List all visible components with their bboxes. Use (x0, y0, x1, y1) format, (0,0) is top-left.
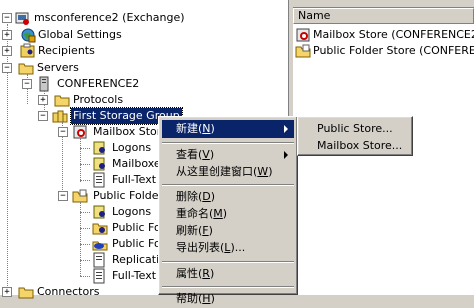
mailbox-store-icon (296, 28, 310, 42)
column-header-name[interactable]: Name (293, 8, 474, 24)
tree-line (80, 276, 90, 277)
menu-item-new[interactable]: 新建(N) (162, 120, 294, 138)
tree-line (80, 212, 90, 213)
tree-line (80, 260, 90, 261)
public-folder-store-icon (295, 44, 311, 58)
expand-icon[interactable]: + (2, 287, 12, 297)
tree-line (80, 202, 81, 276)
list-item-label: Public Folder Store (CONFERE... (313, 44, 474, 57)
menu-accel: V (202, 148, 210, 161)
menu-accel: N (202, 122, 211, 135)
tree-label: Servers (37, 61, 79, 74)
list-item-label: Mailbox Store (CONFERENCE2) (313, 28, 474, 41)
full-text-index-icon (93, 268, 105, 284)
submenu-arrow-icon (284, 151, 288, 159)
exchange-org-icon (15, 12, 29, 25)
menu-label: 重命名 (176, 207, 209, 220)
folder-icon (18, 287, 34, 299)
menu-item-export-list[interactable]: 导出列表(L)... (162, 239, 294, 257)
tree-label: Full-Text (112, 269, 157, 282)
collapse-icon[interactable]: − (2, 63, 12, 73)
expand-icon[interactable]: + (2, 30, 12, 40)
menu-separator (162, 261, 294, 263)
tree-line (80, 244, 90, 245)
menu-item-properties[interactable]: 属性(R) (162, 265, 294, 283)
menu-item-view[interactable]: 查看(V) (162, 146, 294, 164)
tree-line (80, 180, 90, 181)
tree-line (80, 148, 90, 149)
new-submenu[interactable]: Public Store... Mailbox Store... (297, 116, 413, 156)
menu-label: 查看 (176, 148, 198, 161)
menu-accel: H (202, 292, 211, 305)
logons-icon (93, 141, 105, 155)
menu-label: 删除 (176, 190, 198, 203)
logons-icon (93, 205, 105, 219)
expand-icon[interactable]: + (38, 95, 48, 105)
mailboxes-icon (93, 157, 105, 171)
menu-label: 刷新 (176, 224, 198, 237)
global-settings-icon (21, 28, 36, 43)
menu-separator (162, 184, 294, 186)
menu-label: 帮助 (176, 292, 198, 305)
collapse-icon[interactable]: − (58, 191, 68, 201)
menu-label: 新建 (176, 122, 198, 135)
tree-line (80, 138, 81, 182)
menu-item-help[interactable]: 帮助(H) (162, 290, 294, 308)
tree-label: msconference2 (Exchange) (34, 11, 185, 24)
context-menu[interactable]: 新建(N) 查看(V) 从这里创建窗口(W) 删除(D) 重命名(M) 刷新(F… (158, 116, 298, 305)
tree-label: Global Settings (38, 28, 122, 41)
tree-label: Recipients (38, 44, 95, 57)
menu-accel: L (224, 241, 231, 254)
tree-label: CONFERENCE2 (57, 77, 140, 90)
menu-accel: D (202, 190, 211, 203)
full-text-index-icon (93, 172, 105, 188)
menu-accel: M (213, 207, 223, 220)
menu-separator (162, 286, 294, 288)
recipients-icon (20, 43, 35, 58)
replication-icon (93, 252, 105, 268)
folder-icon (18, 63, 34, 75)
menu-separator (162, 142, 294, 144)
menu-accel: W (257, 165, 269, 178)
submenu-arrow-icon (284, 125, 288, 133)
tree-label: Logons (112, 141, 152, 154)
menu-item-delete[interactable]: 删除(D) (162, 188, 294, 206)
submenu-item-public-store[interactable]: Public Store... (301, 120, 409, 138)
menu-item-refresh[interactable]: 刷新(F) (162, 222, 294, 240)
pane-top-strip (293, 0, 474, 8)
folder-icon (54, 95, 70, 107)
collapse-icon[interactable]: − (2, 13, 12, 23)
tree-label: Public Folder (93, 189, 164, 202)
tree-label: Connectors (37, 285, 100, 298)
menu-label: 属性 (176, 267, 198, 280)
menu-item-rename[interactable]: 重命名(M) (162, 205, 294, 223)
tree-label: Logons (112, 205, 152, 218)
collapse-icon[interactable]: − (22, 79, 32, 89)
expand-icon[interactable]: + (2, 46, 12, 56)
tree-line (80, 164, 90, 165)
tree-label: Full-Text (112, 173, 157, 186)
collapse-icon[interactable]: − (58, 127, 68, 137)
collapse-icon[interactable]: − (38, 111, 48, 121)
tree-label: Protocols (73, 93, 124, 106)
menu-label: 导出列表 (176, 241, 220, 254)
public-folder-icon (92, 223, 108, 235)
public-folder-instances-icon (92, 241, 108, 251)
menu-accel: F (202, 224, 209, 237)
menu-label: 从这里创建窗口 (176, 165, 253, 178)
menu-accel: R (202, 267, 210, 280)
menu-item-new-window[interactable]: 从这里创建窗口(W) (162, 163, 294, 181)
submenu-item-mailbox-store[interactable]: Mailbox Store... (301, 137, 409, 155)
tree-line (80, 228, 90, 229)
storage-group-icon (52, 110, 68, 123)
